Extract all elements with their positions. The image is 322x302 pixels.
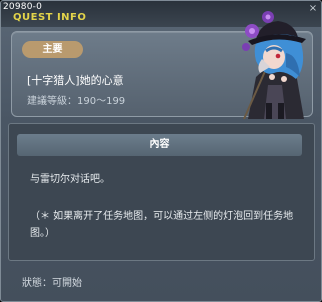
quest-status: 狀態：可開始 — [22, 278, 82, 289]
quest-name: [十字猎人]她的心意 — [27, 74, 124, 87]
quest-note-text: （＊ 如果离开了任务地图，可以通过左侧的灯泡回到任务地图。） — [30, 211, 294, 239]
quest-content-panel: 內容 与雷切尔对话吧。 （＊ 如果离开了任务地图，可以通过左侧的灯泡回到任务地图… — [8, 123, 315, 261]
quest-type-badge: 主要 — [22, 41, 83, 58]
npc-portrait — [242, 11, 306, 120]
quest-info-window: 20980-0 QUEST INFO × 主要 [十字猎人]她的心意 建議等級：… — [0, 0, 322, 302]
content-header: 內容 — [17, 134, 302, 156]
quest-dialog-text: 与雷切尔对话吧。 — [30, 174, 110, 185]
recommended-level: 建議等級：190～199 — [27, 96, 126, 107]
window-title: QUEST INFO — [13, 12, 87, 23]
quest-id: 20980-0 — [3, 2, 43, 12]
